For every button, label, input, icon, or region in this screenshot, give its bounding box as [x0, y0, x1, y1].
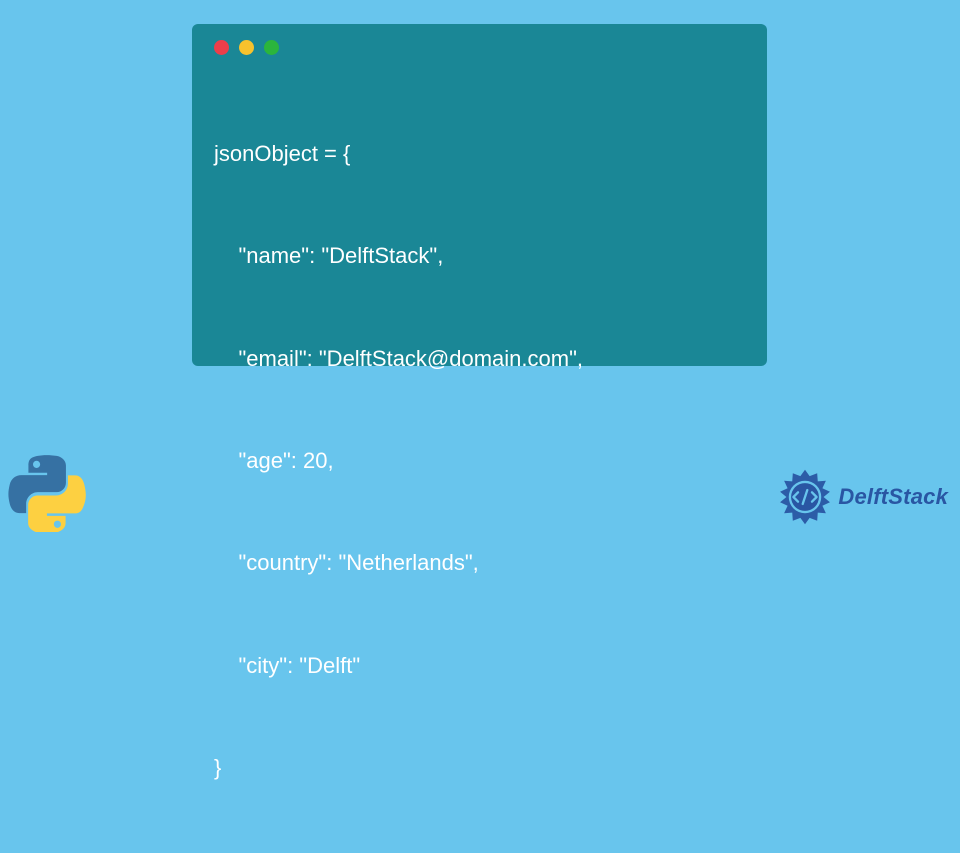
code-line: "email": "DelftStack@domain.com",	[214, 342, 745, 376]
code-line: }	[214, 751, 745, 785]
code-line: "name": "DelftStack",	[214, 239, 745, 273]
code-line: "age": 20,	[214, 444, 745, 478]
code-line: "city": "Delft"	[214, 649, 745, 683]
code-line: jsonObject = {	[214, 137, 745, 171]
python-logo-icon	[8, 454, 86, 532]
close-dot-icon	[214, 40, 229, 55]
delftstack-logo: DelftStack	[776, 468, 948, 526]
window-controls	[214, 40, 745, 55]
code-content: jsonObject = { "name": "DelftStack", "em…	[214, 69, 745, 853]
delftstack-brand-text: DelftStack	[838, 484, 948, 510]
delftstack-badge-icon	[776, 468, 834, 526]
code-line: "country": "Netherlands",	[214, 546, 745, 580]
code-window: jsonObject = { "name": "DelftStack", "em…	[192, 24, 767, 366]
maximize-dot-icon	[264, 40, 279, 55]
minimize-dot-icon	[239, 40, 254, 55]
